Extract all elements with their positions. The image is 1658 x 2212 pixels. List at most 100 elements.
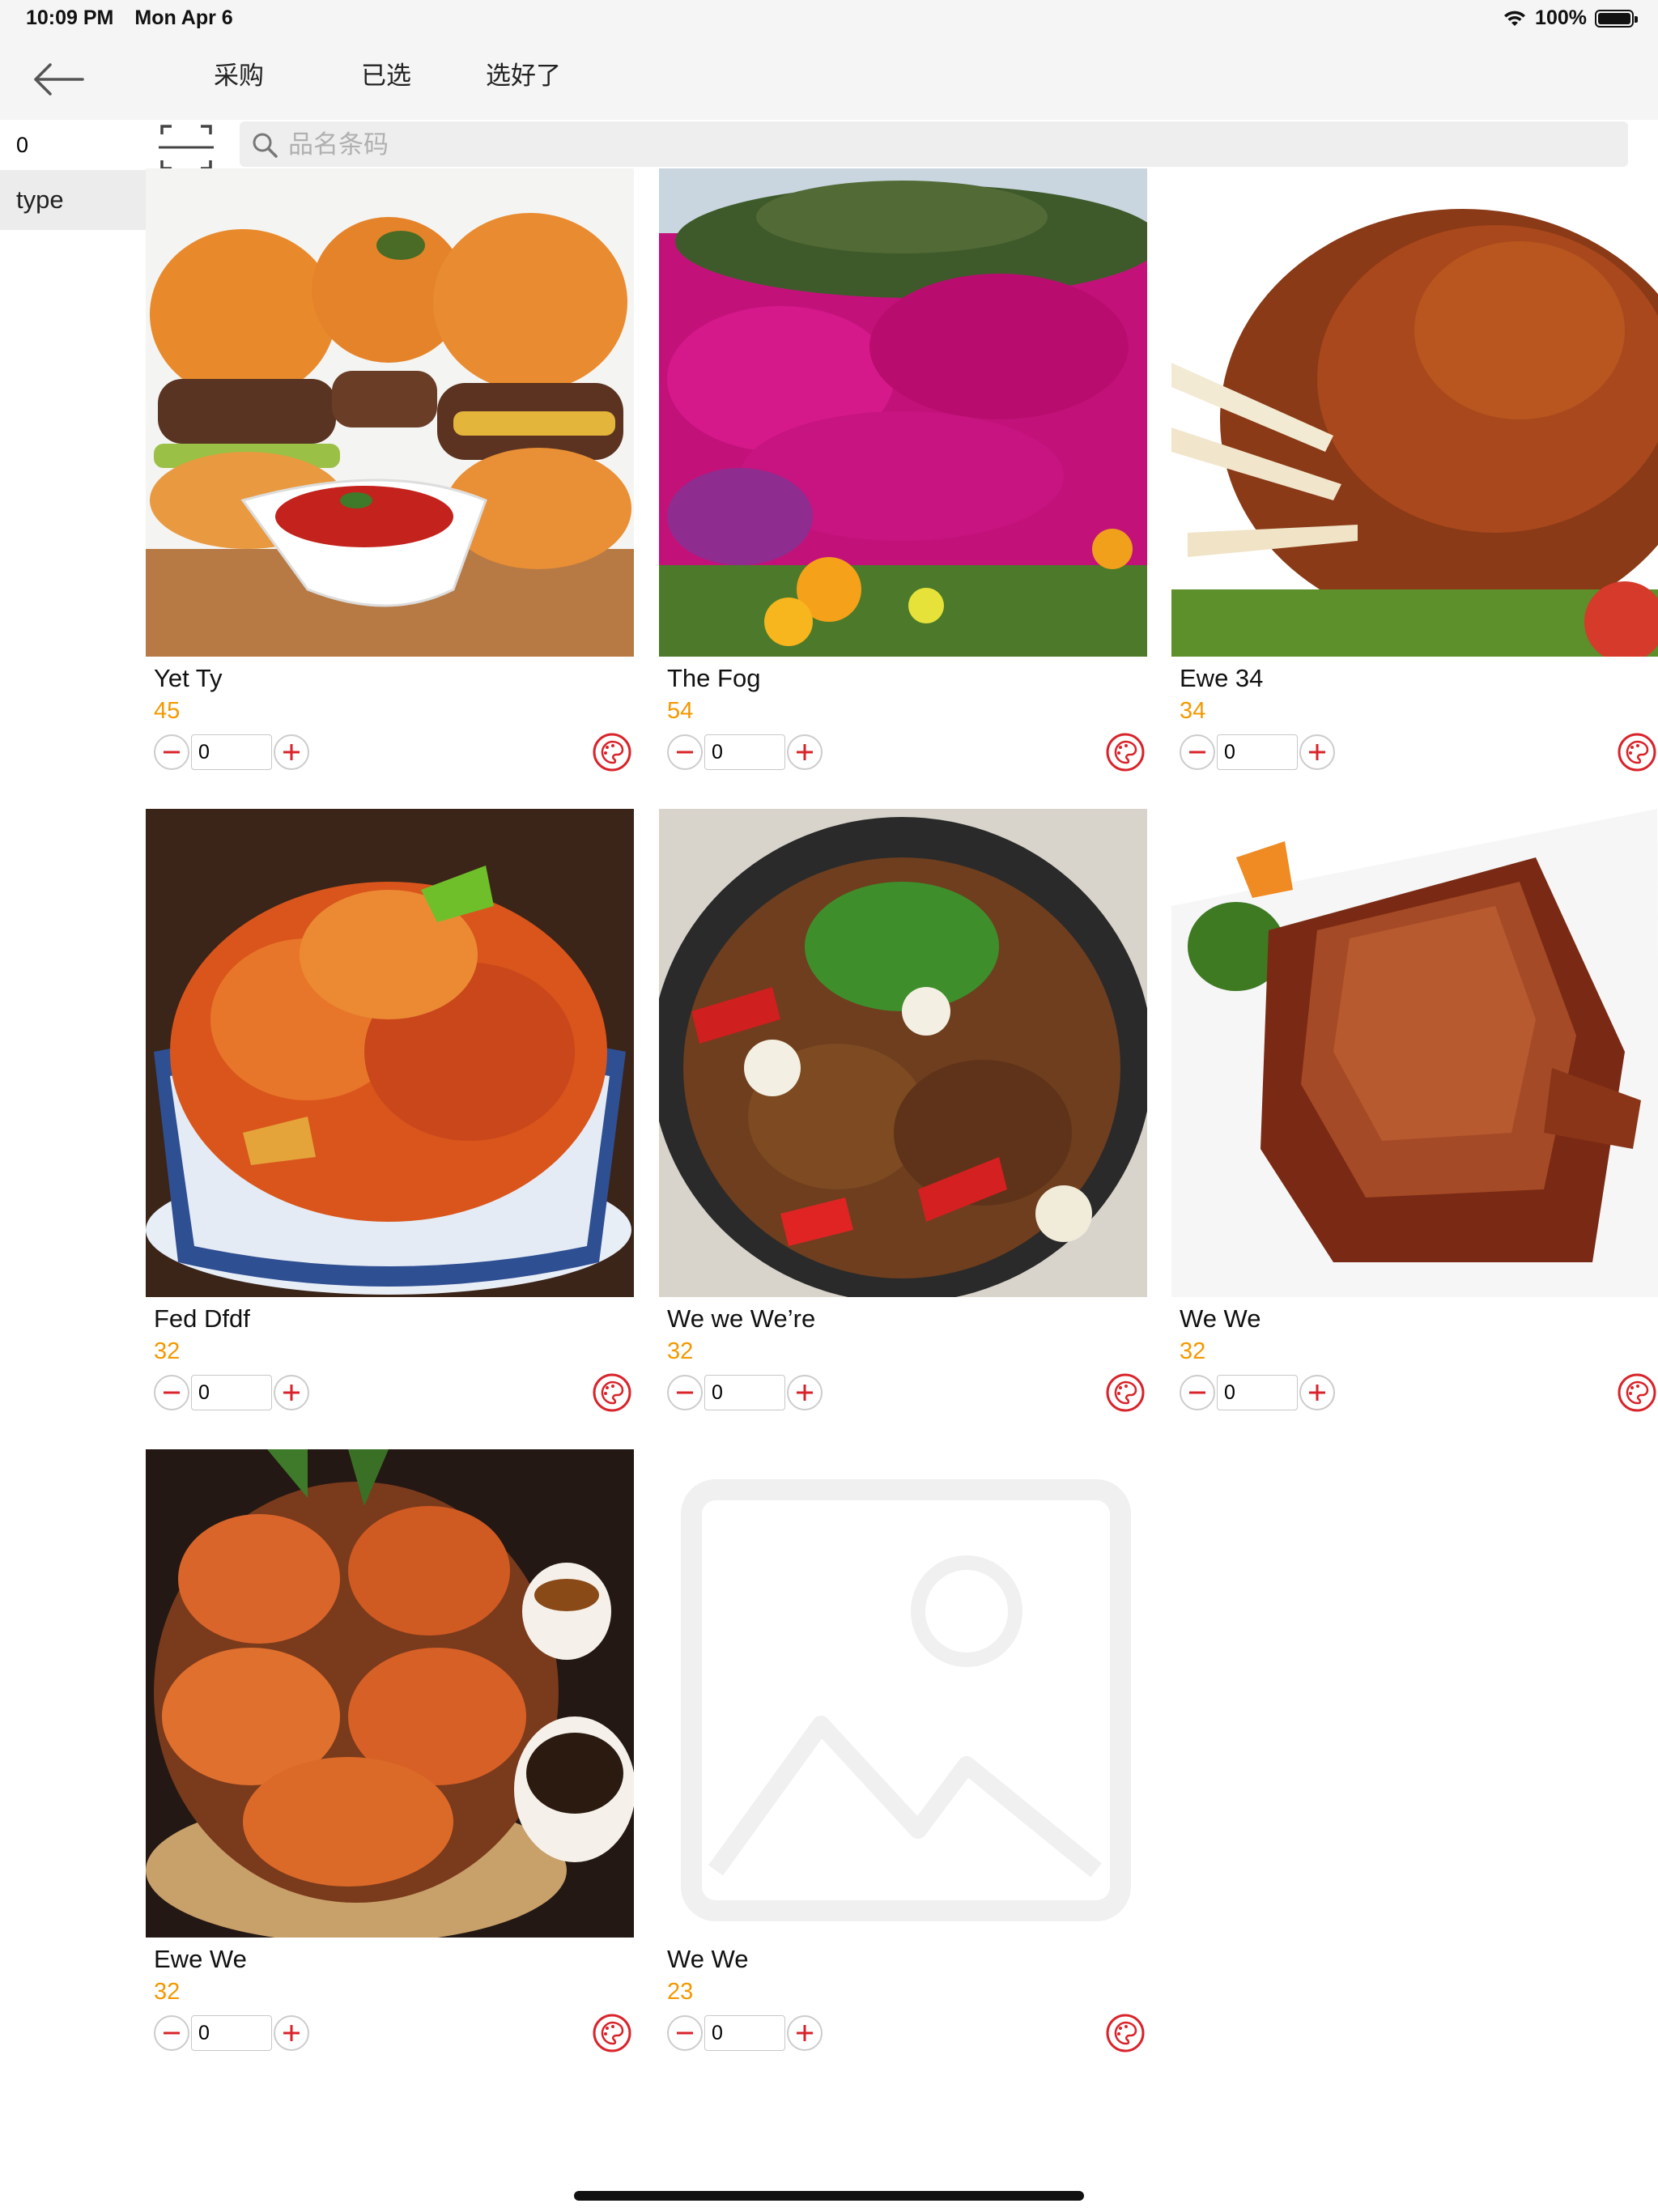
count-field[interactable] bbox=[0, 120, 146, 170]
product-price: 34 bbox=[1180, 698, 1206, 724]
increment-button[interactable] bbox=[274, 734, 309, 770]
quantity-input[interactable] bbox=[1217, 734, 1298, 770]
crabs-image bbox=[146, 1449, 634, 1938]
decrement-button[interactable] bbox=[1180, 734, 1215, 770]
product-name: The Fog bbox=[667, 664, 761, 692]
quantity-stepper bbox=[1180, 734, 1335, 771]
tab-done[interactable]: 选好了 bbox=[486, 55, 561, 91]
roast-duck-image bbox=[1171, 809, 1658, 1297]
back-arrow-icon bbox=[34, 63, 84, 96]
increment-button[interactable] bbox=[787, 1375, 823, 1410]
flowers-image bbox=[659, 168, 1147, 657]
quantity-input[interactable] bbox=[1217, 1375, 1298, 1410]
quantity-stepper bbox=[667, 2014, 823, 2052]
plus-icon bbox=[1309, 744, 1325, 760]
plus-icon bbox=[283, 1385, 300, 1401]
palette-icon bbox=[593, 733, 631, 772]
tab-purchase[interactable]: 采购 bbox=[214, 55, 264, 91]
tab-selected[interactable]: 已选 bbox=[361, 55, 411, 91]
increment-button[interactable] bbox=[787, 734, 823, 770]
product-image[interactable] bbox=[1171, 809, 1658, 1297]
search-input[interactable] bbox=[287, 121, 1601, 168]
palette-button[interactable] bbox=[592, 732, 632, 772]
product-price: 45 bbox=[154, 698, 181, 724]
minus-icon bbox=[1189, 751, 1205, 754]
burgers-image bbox=[146, 168, 634, 657]
quantity-input[interactable] bbox=[704, 734, 785, 770]
roast-ribs-image bbox=[1171, 168, 1658, 657]
product-card[interactable]: We we We’re 32 bbox=[659, 809, 1147, 1424]
product-image[interactable] bbox=[146, 168, 634, 657]
minus-icon bbox=[677, 2031, 693, 2035]
product-image[interactable] bbox=[146, 1449, 634, 1938]
quantity-stepper bbox=[154, 1374, 309, 1411]
minus-icon bbox=[677, 1391, 693, 1394]
plus-icon bbox=[797, 2025, 813, 2041]
search-row bbox=[0, 120, 1658, 170]
palette-button[interactable] bbox=[592, 2013, 632, 2053]
palette-button[interactable] bbox=[1617, 1372, 1657, 1413]
scan-icon bbox=[159, 125, 214, 170]
product-image[interactable] bbox=[659, 168, 1147, 657]
increment-button[interactable] bbox=[274, 2015, 309, 2051]
decrement-button[interactable] bbox=[667, 1375, 703, 1410]
quantity-stepper bbox=[667, 1374, 823, 1411]
quantity-input[interactable] bbox=[191, 734, 272, 770]
plus-icon bbox=[797, 744, 813, 760]
quantity-input[interactable] bbox=[704, 1375, 785, 1410]
home-indicator[interactable] bbox=[574, 2191, 1084, 2201]
product-image[interactable] bbox=[146, 809, 634, 1297]
product-image[interactable] bbox=[659, 809, 1147, 1297]
quantity-input[interactable] bbox=[191, 1375, 272, 1410]
product-image[interactable] bbox=[659, 1449, 1147, 1938]
quantity-input[interactable] bbox=[704, 2015, 785, 2051]
increment-button[interactable] bbox=[1299, 734, 1335, 770]
product-price: 32 bbox=[154, 1338, 181, 1364]
decrement-button[interactable] bbox=[154, 1375, 189, 1410]
palette-icon bbox=[1618, 1373, 1656, 1412]
product-card[interactable]: We We 32 bbox=[1171, 809, 1658, 1424]
quantity-input[interactable] bbox=[191, 2015, 272, 2051]
palette-button[interactable] bbox=[592, 1372, 632, 1413]
plus-icon bbox=[283, 744, 300, 760]
minus-icon bbox=[1189, 1391, 1205, 1394]
sidebar-item-type[interactable]: type bbox=[0, 170, 146, 230]
palette-button[interactable] bbox=[1105, 1372, 1146, 1413]
product-card[interactable]: We We 23 bbox=[659, 1449, 1147, 2065]
palette-button[interactable] bbox=[1105, 2013, 1146, 2053]
quantity-stepper bbox=[154, 734, 309, 771]
wifi-icon bbox=[1504, 11, 1526, 26]
plus-icon bbox=[797, 1385, 813, 1401]
quantity-stepper bbox=[1180, 1374, 1335, 1411]
decrement-button[interactable] bbox=[667, 2015, 703, 2051]
stir-fry-image bbox=[659, 809, 1147, 1297]
product-card[interactable]: Yet Ty 45 bbox=[146, 168, 634, 784]
decrement-button[interactable] bbox=[154, 2015, 189, 2051]
decrement-button[interactable] bbox=[154, 734, 189, 770]
plus-icon bbox=[283, 2025, 300, 2041]
battery-icon bbox=[1595, 9, 1638, 28]
minus-icon bbox=[164, 751, 180, 754]
product-name: Ewe We bbox=[154, 1945, 247, 1973]
increment-button[interactable] bbox=[274, 1375, 309, 1410]
product-price: 32 bbox=[667, 1338, 694, 1364]
product-card[interactable]: Fed Dfdf 32 bbox=[146, 809, 634, 1424]
palette-button[interactable] bbox=[1617, 732, 1657, 772]
palette-button[interactable] bbox=[1105, 732, 1146, 772]
decrement-button[interactable] bbox=[1180, 1375, 1215, 1410]
product-card[interactable]: The Fog 54 bbox=[659, 168, 1147, 784]
status-indicators: 100% bbox=[1503, 6, 1638, 30]
product-card[interactable]: Ewe We 32 bbox=[146, 1449, 634, 2065]
palette-icon bbox=[1106, 733, 1145, 772]
increment-button[interactable] bbox=[1299, 1375, 1335, 1410]
crayfish-image bbox=[146, 809, 634, 1297]
back-button[interactable] bbox=[28, 55, 92, 104]
palette-icon bbox=[593, 2014, 631, 2052]
product-card[interactable]: Ewe 34 34 bbox=[1171, 168, 1658, 784]
quantity-stepper bbox=[154, 2014, 309, 2052]
scan-button[interactable] bbox=[159, 123, 214, 172]
product-image[interactable] bbox=[1171, 168, 1658, 657]
decrement-button[interactable] bbox=[667, 734, 703, 770]
increment-button[interactable] bbox=[787, 2015, 823, 2051]
product-name: We We bbox=[1180, 1304, 1261, 1333]
